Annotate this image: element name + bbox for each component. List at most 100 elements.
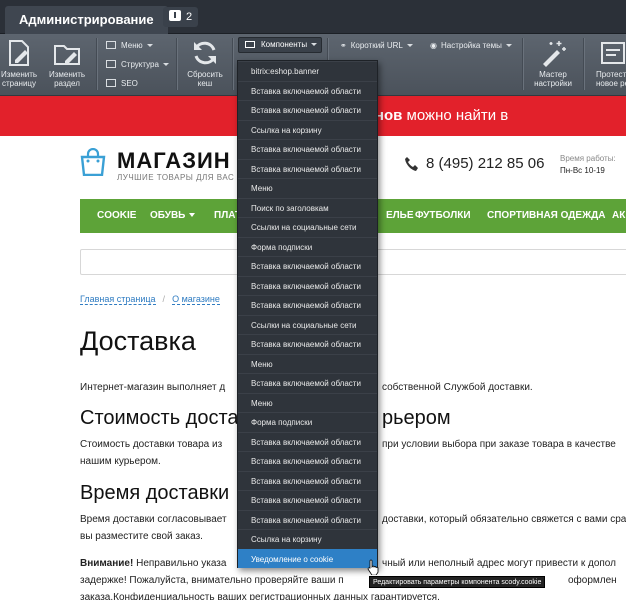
intro-paragraph: Интернет-магазин выполняет д [80, 379, 225, 396]
dropdown-item[interactable]: Вставка включаемой области [238, 509, 377, 529]
setup-wizard-button[interactable]: Мастер настройки [530, 34, 576, 88]
edit-section-label: Изменить раздел [48, 70, 86, 88]
dropdown-item[interactable]: Вставка включаемой области [238, 451, 377, 470]
dropdown-item[interactable]: Поиск по заголовкам [238, 197, 377, 217]
components-button[interactable]: Компоненты [238, 37, 322, 53]
intro-paragraph-end: собственной Службой доставки. [382, 382, 533, 393]
shopping-bag-icon[interactable] [80, 148, 106, 176]
notifications-button[interactable]: 2 [163, 7, 199, 27]
breadcrumb-home[interactable]: Главная страница [80, 294, 156, 305]
warning-paragraph-line3: заказа.Конфиденциальность ваших регистра… [80, 592, 440, 600]
edit-page-label: Изменить страницу [0, 70, 38, 88]
theme-settings-button[interactable]: ◉ Настройка темы [430, 40, 512, 52]
dropdown-item[interactable]: Ссылки на социальные сети [238, 314, 377, 334]
seo-icon [106, 79, 116, 87]
dropdown-item[interactable]: Форма подписки [238, 412, 377, 431]
menu-item-accessories[interactable]: АК [612, 199, 625, 233]
dropdown-item[interactable]: Меню [238, 178, 377, 197]
menu-item-tshirts[interactable]: ФУТБОЛКИ [415, 199, 471, 233]
theme-settings-label: Настройка темы [440, 41, 502, 50]
time-paragraph: Время доставки согласовывает [80, 514, 227, 525]
menu-icon [106, 41, 116, 49]
component-icon [245, 41, 255, 48]
reset-cache-button[interactable]: Сбросить кеш [182, 34, 228, 88]
chevron-down-icon [146, 44, 153, 47]
dropdown-item[interactable]: bitrix:eshop.banner [238, 61, 377, 80]
menu-item-sportswear[interactable]: СПОРТИВНАЯ ОДЕЖДА [487, 199, 605, 233]
dropdown-item[interactable]: Ссылка на корзину [238, 529, 377, 548]
warning-paragraph-line2: задержке! Пожалуйста, внимательно провер… [80, 575, 344, 586]
dropdown-item[interactable]: Вставка включаемой области [238, 490, 377, 509]
dropdown-item[interactable]: Вставка включаемой области [238, 139, 377, 158]
dropdown-item[interactable]: Вставка включаемой области [238, 256, 377, 275]
dropdown-item[interactable]: Вставка включаемой области [238, 373, 377, 392]
dropdown-item[interactable]: Вставка включаемой области [238, 431, 377, 451]
menu-item-shoes[interactable]: ОБУВЬ [150, 199, 196, 233]
notification-icon [169, 10, 181, 21]
palette-icon: ◉ [430, 41, 437, 50]
warning-paragraph: Внимание! Неправильно указа [80, 555, 226, 572]
dropdown-item[interactable]: Вставка включаемой области [238, 100, 377, 119]
menu-button[interactable]: Меню [106, 40, 153, 52]
warning-label: Внимание! [80, 558, 134, 569]
toolbar-separator [176, 38, 177, 90]
chevron-down-icon [311, 43, 318, 46]
breadcrumb-about[interactable]: О магазине [172, 294, 220, 305]
structure-button[interactable]: Структура [106, 59, 169, 71]
notifications-count: 2 [186, 11, 193, 23]
page-title: Доставка [80, 326, 196, 356]
menu-item-label: COOKIE [97, 210, 137, 221]
dropdown-item[interactable]: Меню [238, 353, 377, 373]
admin-tab[interactable]: Администрирование [5, 6, 168, 34]
seo-button[interactable]: SEO [106, 78, 138, 90]
page: Администрирование 2 Изменить страницу Из… [0, 0, 626, 600]
dropdown-item[interactable]: Вставка включаемой области [238, 470, 377, 490]
banner-rest-text: можно найти в [406, 107, 509, 124]
menu-item-label: ФУТБОЛКИ [415, 210, 471, 221]
menu-item-cookie[interactable]: COOKIE [97, 199, 136, 233]
phone-number[interactable]: 8 (495) 212 85 06 [426, 155, 544, 172]
menu-item-underwear[interactable]: ЕЛЬЕ [386, 199, 414, 233]
test-new-label: Протест новое ре [596, 70, 626, 88]
magic-wand-icon [543, 41, 566, 67]
short-url-button[interactable]: ⚭ Короткий URL [340, 40, 413, 52]
dropdown-item[interactable]: Вставка включаемой области [238, 295, 377, 314]
dropdown-item[interactable]: Вставка включаемой области [238, 158, 377, 178]
chevron-down-icon [162, 63, 169, 66]
breadcrumb: Главная страница / О магазине [80, 294, 220, 305]
seo-label: SEO [121, 79, 138, 88]
toolbar-separator [96, 38, 97, 90]
edit-section-icon [54, 45, 80, 65]
cost-heading: Стоимость доста [80, 407, 239, 429]
site-logo[interactable]: МАГАЗИН [117, 148, 231, 174]
dropdown-item[interactable]: Вставка включаемой области [238, 275, 377, 295]
time-heading: Время доставки [80, 482, 230, 504]
dropdown-item[interactable]: Форма подписки [238, 236, 377, 256]
phone-icon [405, 157, 418, 171]
components-label: Компоненты [261, 40, 308, 49]
edit-page-button[interactable]: Изменить страницу [0, 34, 38, 88]
intro-text-start: Интернет-магазин выполняет д [80, 382, 226, 393]
edit-page-icon [9, 40, 29, 66]
work-hours-value: Пн-Вс 10-19 [560, 166, 605, 175]
time-paragraph-line2: вы разместите свой заказ. [80, 531, 203, 542]
cost-paragraph: Стоимость доставки товара из [80, 439, 223, 450]
menu-item-label: АК [612, 210, 626, 221]
components-dropdown: bitrix:eshop.banner Вставка включаемой об… [237, 60, 378, 568]
edit-section-button[interactable]: Изменить раздел [44, 34, 90, 88]
link-icon: ⚭ [340, 41, 347, 50]
dropdown-item[interactable]: Уведомление о cookie [238, 548, 377, 568]
dropdown-item[interactable]: Вставка включаемой области [238, 334, 377, 353]
refresh-icon [194, 41, 216, 65]
dropdown-item[interactable]: Меню [238, 392, 377, 412]
test-new-button[interactable]: Протест новое ре [590, 34, 626, 88]
warning-text-start: Неправильно указа [136, 558, 227, 569]
work-hours-label: Время работы: [560, 154, 616, 163]
chevron-down-icon [406, 44, 413, 47]
chevron-down-icon [505, 44, 512, 47]
dropdown-item[interactable]: Ссылки на социальные сети [238, 217, 377, 236]
cost-heading-end: рьером [382, 407, 451, 429]
dropdown-item[interactable]: Ссылка на корзину [238, 119, 377, 139]
setup-wizard-label: Мастер настройки [534, 70, 572, 88]
dropdown-item[interactable]: Вставка включаемой области [238, 80, 377, 100]
